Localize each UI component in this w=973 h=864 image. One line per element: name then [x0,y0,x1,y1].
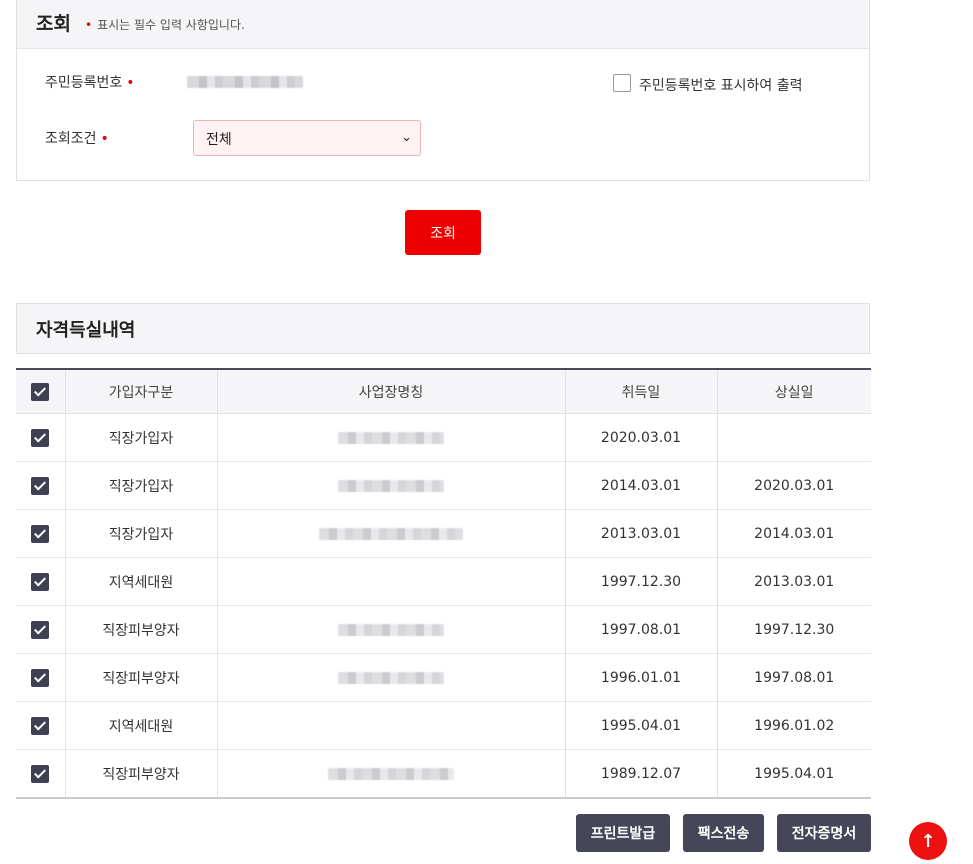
cell-acquired: 1989.12.07 [565,749,718,799]
cell-acquired: 1995.04.01 [565,701,718,750]
required-note: • 표시는 필수 입력 사항입니다. [85,16,245,33]
row-checkbox[interactable] [31,572,50,591]
condition-select-value: 전체 [206,132,232,148]
rrn-value-masked [187,76,303,88]
cell-acquired: 2014.03.01 [565,461,718,510]
row-checkbox[interactable] [31,476,50,495]
row-check-cell [16,413,66,462]
row-checkbox[interactable] [31,524,50,543]
table-row: 직장피부양자 1989.12.07 1995.04.01 [16,749,871,799]
cell-type: 직장피부양자 [65,653,218,702]
table-row: 지역세대원 1995.04.01 1996.01.02 [16,701,871,750]
cell-lost: 1996.01.02 [717,701,871,750]
masked-value [338,671,444,684]
required-dot: • [85,18,93,32]
cell-type: 직장피부양자 [65,605,218,654]
table-row: 직장가입자 2014.03.01 2020.03.01 [16,461,871,510]
cell-acquired: 2013.03.01 [565,509,718,558]
cell-lost [717,413,871,462]
cell-workplace-masked [217,509,566,558]
cell-type: 직장가입자 [65,413,218,462]
history-table: 가입자구분 사업장명칭 취득일 상실일 직장가입자 2020.03.01 직장가… [16,368,871,799]
cell-lost: 1997.12.30 [717,605,871,654]
table-row: 지역세대원 1997.12.30 2013.03.01 [16,557,871,606]
cell-acquired: 1997.08.01 [565,605,718,654]
row-check-cell [16,653,66,702]
history-panel-title: 자격득실내역 [36,320,136,341]
masked-value [338,431,444,444]
select-all-checkbox[interactable] [31,382,50,401]
print-rrn-checkbox[interactable] [613,74,631,92]
col-header-lost: 상실일 [717,369,871,414]
masked-value [338,623,444,636]
cell-acquired: 2020.03.01 [565,413,718,462]
history-panel: 자격득실내역 [16,303,870,354]
query-panel: 조회 • 표시는 필수 입력 사항입니다. 주민등록번호 • 주민등록번호 표시하여… [16,0,870,181]
condition-label: 조회조건 • [45,128,109,148]
masked-value [338,479,444,492]
print-rrn-label: 주민등록번호 표시하여 출력 [639,78,803,94]
row-checkbox[interactable] [31,668,50,687]
cell-workplace-masked [217,653,566,702]
col-header-workplace: 사업장명칭 [217,369,566,414]
row-checkbox[interactable] [31,716,50,735]
rrn-label-text: 주민등록번호 [45,75,123,91]
select-all-cell [16,369,66,414]
arrow-up-icon: ↑ [920,830,936,852]
cell-type: 지역세대원 [65,701,218,750]
cell-acquired: 1996.01.01 [565,653,718,702]
cell-workplace-masked [217,749,566,799]
row-check-cell [16,557,66,606]
cell-type: 직장피부양자 [65,749,218,799]
cell-workplace-masked [217,413,566,462]
cell-lost: 2020.03.01 [717,461,871,510]
query-panel-header: 조회 • 표시는 필수 입력 사항입니다. [17,0,869,49]
cell-workplace-masked [217,461,566,510]
row-check-cell [16,461,66,510]
required-dot: • [100,131,109,147]
row-checkbox[interactable] [31,764,50,783]
condition-select[interactable]: 전체 ⌄ [193,120,421,156]
col-header-acquired: 취득일 [565,369,718,414]
row-check-cell [16,749,66,799]
cell-type: 지역세대원 [65,557,218,606]
cell-workplace-empty [217,701,566,750]
masked-value [328,767,454,780]
condition-label-text: 조회조건 [45,131,97,147]
row-checkbox[interactable] [31,620,50,639]
cell-lost: 2014.03.01 [717,509,871,558]
row-checkbox[interactable] [31,428,50,447]
chevron-down-icon: ⌄ [401,130,412,145]
cell-lost: 1995.04.01 [717,749,871,799]
required-note-text: 표시는 필수 입력 사항입니다. [97,18,245,32]
cell-lost: 1997.08.01 [717,653,871,702]
history-panel-header: 자격득실내역 [17,304,869,353]
e-certificate-button[interactable]: 전자증명서 [777,814,871,852]
cell-type: 직장가입자 [65,509,218,558]
scroll-top-button[interactable]: ↑ [909,822,947,860]
print-issue-button[interactable]: 프린트발급 [576,814,670,852]
rrn-label: 주민등록번호 • [45,72,135,92]
cell-type: 직장가입자 [65,461,218,510]
fax-send-button[interactable]: 팩스전송 [683,814,764,852]
table-row: 직장가입자 2013.03.01 2014.03.01 [16,509,871,558]
table-row: 직장피부양자 1996.01.01 1997.08.01 [16,653,871,702]
required-dot: • [126,75,135,91]
row-check-cell [16,509,66,558]
cell-workplace-masked [217,605,566,654]
row-check-cell [16,701,66,750]
table-header-row: 가입자구분 사업장명칭 취득일 상실일 [16,369,871,414]
col-header-type: 가입자구분 [65,369,218,414]
table-row: 직장피부양자 1997.08.01 1997.12.30 [16,605,871,654]
cell-acquired: 1997.12.30 [565,557,718,606]
cell-workplace-empty [217,557,566,606]
table-row: 직장가입자 2020.03.01 [16,413,871,462]
row-check-cell [16,605,66,654]
query-panel-title: 조회 [36,13,71,35]
search-button[interactable]: 조회 [405,210,481,255]
cell-lost: 2013.03.01 [717,557,871,606]
masked-value [319,527,463,540]
